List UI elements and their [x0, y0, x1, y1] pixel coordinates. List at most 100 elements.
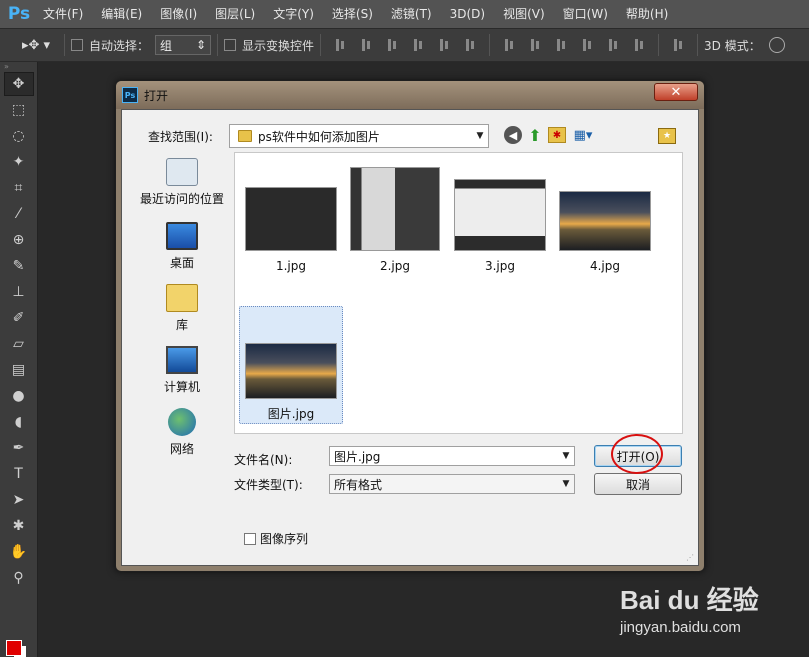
collapse-icon[interactable]: » [0, 62, 37, 71]
crop-tool-icon[interactable]: ⌗ [4, 176, 34, 200]
file-name: 3.jpg [484, 259, 516, 273]
auto-align-icon[interactable] [670, 38, 686, 52]
menu-layer[interactable]: 图层(L) [206, 0, 264, 28]
eraser-tool-icon[interactable]: ▱ [4, 332, 34, 356]
image-sequence-label: 图像序列 [260, 532, 309, 546]
distribute-top-icon[interactable] [501, 38, 517, 52]
foreground-color-swatch[interactable] [6, 640, 22, 656]
filename-value: 图片.jpg [334, 449, 381, 464]
file-list[interactable]: 1.jpg 2.jpg 3.jpg 4.jpg 图片.jpg [234, 152, 683, 434]
distribute-bottom-icon[interactable] [553, 38, 569, 52]
auto-select-dropdown[interactable]: 组 ⇕ [155, 35, 212, 55]
filename-input[interactable]: 图片.jpg ▼ [329, 446, 575, 466]
history-brush-tool-icon[interactable]: ✐ [4, 306, 34, 330]
file-thumbnail [245, 187, 337, 251]
align-left-icon[interactable] [410, 38, 426, 52]
3d-rotate-icon[interactable] [768, 37, 785, 53]
distribute-left-icon[interactable] [579, 38, 595, 52]
auto-select-value: 组 [160, 38, 173, 53]
menu-filter[interactable]: 滤镜(T) [382, 0, 441, 28]
photoshop-app-icon: Ps [122, 87, 138, 103]
move-tool-icon[interactable]: ✥ [3, 72, 34, 96]
show-transform-label: 显示变换控件 [242, 38, 315, 53]
healing-brush-tool-icon[interactable]: ⊕ [4, 228, 34, 252]
separator [489, 34, 491, 56]
cancel-button[interactable]: 取消 [594, 473, 682, 495]
eyedropper-tool-icon[interactable]: ⁄ [4, 202, 34, 226]
path-selection-tool-icon[interactable]: ➤ [4, 488, 34, 512]
resize-grip-icon[interactable]: ⋰ [686, 553, 694, 562]
image-sequence-checkbox[interactable] [244, 532, 256, 545]
close-button[interactable]: ✕ [654, 83, 698, 101]
file-thumbnail [559, 191, 651, 251]
menu-3d[interactable]: 3D(D) [441, 0, 494, 28]
align-top-icon[interactable] [332, 38, 348, 52]
distribute-vcenter-icon[interactable] [527, 38, 543, 52]
type-tool-icon[interactable]: T [4, 462, 34, 486]
marquee-tool-icon[interactable]: ⬚ [4, 98, 34, 122]
brush-tool-icon[interactable]: ✎ [4, 254, 34, 278]
menu-image[interactable]: 图像(I) [151, 0, 206, 28]
place-desktop[interactable]: 桌面 [137, 222, 227, 271]
magic-wand-tool-icon[interactable]: ✦ [4, 150, 34, 174]
folder-icon [238, 130, 252, 142]
blur-tool-icon[interactable]: ● [4, 384, 34, 408]
new-folder-icon[interactable]: ✱ [548, 127, 566, 143]
hand-tool-icon[interactable]: ✋ [4, 540, 34, 564]
pen-tool-icon[interactable]: ✒ [4, 436, 34, 460]
back-icon[interactable]: ◀ [504, 126, 522, 144]
gradient-tool-icon[interactable]: ▤ [4, 358, 34, 382]
dialog-titlebar[interactable]: Ps 打开 ✕ [116, 81, 704, 109]
menu-select[interactable]: 选择(S) [323, 0, 382, 28]
menu-file[interactable]: 文件(F) [34, 0, 92, 28]
separator [658, 34, 660, 56]
move-tool-preset-icon[interactable]: ▸✥ ▾ [14, 32, 58, 58]
chevron-down-icon: ▼ [476, 131, 484, 141]
menu-type[interactable]: 文字(Y) [264, 0, 323, 28]
separator [64, 34, 65, 56]
zoom-tool-icon[interactable]: ⚲ [4, 566, 34, 590]
place-recent[interactable]: 最近访问的位置 [137, 158, 227, 207]
align-bottom-icon[interactable] [384, 38, 400, 52]
filename-label: 文件名(N): [234, 453, 293, 467]
menu-window[interactable]: 窗口(W) [554, 0, 617, 28]
look-in-dropdown[interactable]: ps软件中如何添加图片 ▼ [229, 124, 489, 148]
menu-view[interactable]: 视图(V) [494, 0, 554, 28]
view-menu-icon[interactable]: ▦▾ [570, 126, 596, 144]
align-vcenter-icon[interactable] [358, 38, 374, 52]
chevron-down-icon: ▼ [562, 479, 570, 489]
file-item[interactable]: 3.jpg [448, 179, 552, 273]
file-item[interactable]: 4.jpg [553, 191, 657, 273]
dodge-tool-icon[interactable]: ◖ [4, 410, 34, 434]
places-bar: 最近访问的位置 桌面 库 计算机 网络 [137, 152, 227, 510]
place-label: 最近访问的位置 [139, 192, 224, 206]
favorites-icon[interactable]: ★ [658, 128, 676, 144]
file-name: 1.jpg [275, 259, 307, 273]
place-network[interactable]: 网络 [137, 408, 227, 457]
distribute-right-icon[interactable] [631, 38, 647, 52]
auto-select-checkbox[interactable] [71, 39, 83, 51]
menu-edit[interactable]: 编辑(E) [92, 0, 151, 28]
align-right-icon[interactable] [462, 38, 478, 52]
place-label: 桌面 [169, 256, 194, 270]
image-sequence-option[interactable]: 图像序列 [244, 530, 308, 547]
file-item[interactable]: 1.jpg [239, 187, 343, 273]
show-transform-checkbox[interactable] [224, 39, 237, 51]
menu-help[interactable]: 帮助(H) [617, 0, 677, 28]
baidu-watermark: Bai du 经验 jingyan.baidu.com [620, 580, 800, 640]
distribute-hcenter-icon[interactable] [605, 38, 621, 52]
clone-stamp-tool-icon[interactable]: ⊥ [4, 280, 34, 304]
file-name: 4.jpg [589, 259, 621, 273]
file-item-selected[interactable]: 图片.jpg [239, 306, 343, 424]
place-libraries[interactable]: 库 [137, 284, 227, 333]
lasso-tool-icon[interactable]: ◌ [4, 124, 34, 148]
place-label: 计算机 [163, 380, 200, 394]
filetype-dropdown[interactable]: 所有格式 ▼ [329, 474, 575, 494]
network-icon [168, 408, 196, 436]
file-item[interactable]: 2.jpg [343, 167, 447, 273]
chevron-down-icon[interactable]: ▼ [558, 451, 574, 461]
place-computer[interactable]: 计算机 [137, 346, 227, 395]
align-hcenter-icon[interactable] [436, 38, 452, 52]
shape-tool-icon[interactable]: ✱ [4, 514, 34, 538]
up-folder-icon[interactable]: ⬆ [526, 126, 544, 145]
